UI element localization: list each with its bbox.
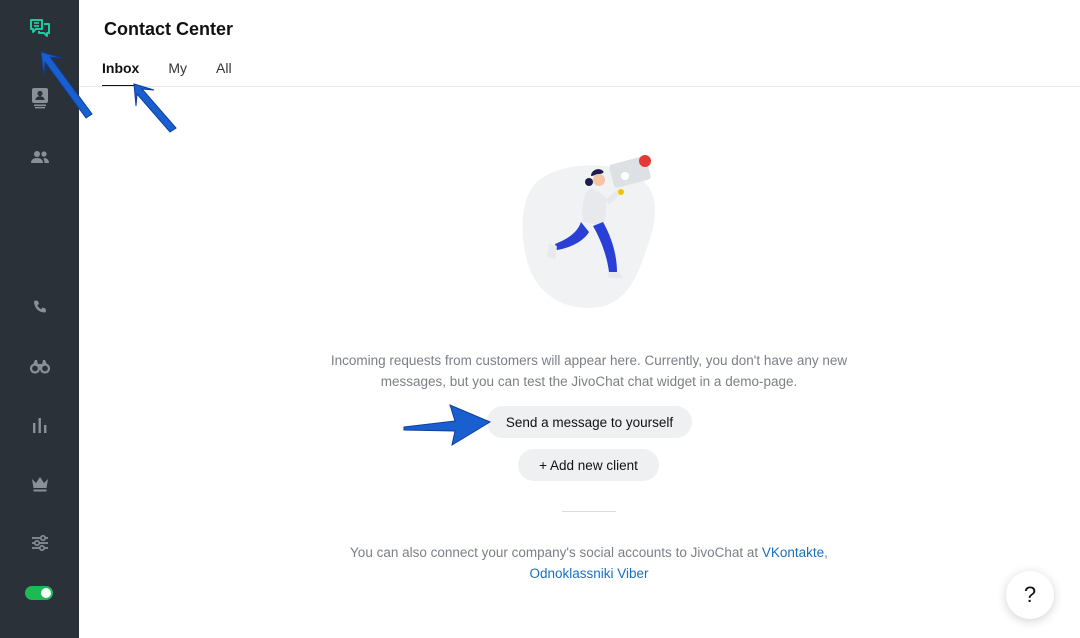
tab-inbox[interactable]: Inbox [102, 60, 140, 87]
bar-chart-icon [31, 417, 49, 433]
binoculars-icon [29, 358, 50, 374]
page-title: Contact Center [104, 19, 234, 39]
empty-inbox-illustration [509, 150, 669, 310]
toggle-knob [41, 588, 51, 598]
chat-bubbles-icon [28, 17, 52, 41]
contact-card-icon [30, 87, 50, 109]
sidebar [0, 0, 79, 638]
sidebar-item-team[interactable] [0, 137, 79, 177]
social-accounts-note: You can also connect your company's soci… [279, 542, 899, 584]
main-panel: Contact Center Inbox My All Incoming req… [79, 0, 1080, 638]
send-message-to-yourself-button[interactable]: Send a message to yourself [487, 406, 692, 438]
sidebar-item-monitoring[interactable] [0, 346, 79, 386]
sidebar-item-chats[interactable] [0, 9, 79, 49]
crown-icon [31, 476, 49, 492]
phone-icon [32, 299, 48, 315]
status-toggle[interactable] [25, 586, 53, 600]
sidebar-item-premium[interactable] [0, 464, 79, 504]
add-new-client-button[interactable]: + Add new client [518, 449, 659, 481]
header-divider [79, 86, 1080, 87]
sidebar-item-calls[interactable] [0, 287, 79, 327]
tab-all[interactable]: All [216, 60, 232, 87]
section-divider [562, 511, 616, 512]
team-icon [30, 150, 50, 164]
settings-sliders-icon [31, 534, 49, 552]
app-window: Contact Center Inbox My All Incoming req… [0, 0, 1080, 638]
odnoklassniki-link[interactable]: Odnoklassniki [529, 566, 613, 581]
sidebar-item-settings[interactable] [0, 523, 79, 563]
link-separator: , [824, 545, 828, 560]
sidebar-item-contacts[interactable] [0, 78, 79, 118]
tab-my[interactable]: My [168, 60, 187, 87]
vkontakte-link[interactable]: VKontakte [762, 545, 824, 560]
sidebar-item-reports[interactable] [0, 405, 79, 445]
help-button[interactable]: ? [1006, 571, 1054, 619]
social-accounts-text: You can also connect your company's soci… [350, 545, 759, 560]
viber-link[interactable]: Viber [617, 566, 648, 581]
empty-state-description: Incoming requests from customers will ap… [330, 353, 848, 389]
tab-bar: Inbox My All [102, 60, 261, 87]
